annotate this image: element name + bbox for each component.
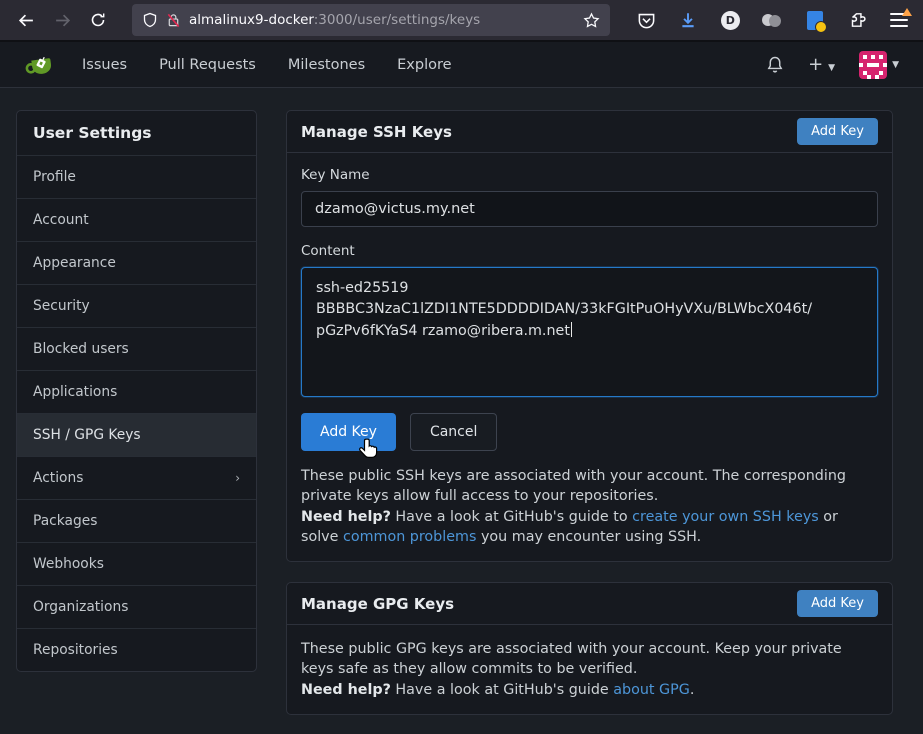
content-label: Content: [301, 243, 878, 259]
gpg-panel-header: Manage GPG Keys Add Key: [287, 583, 892, 625]
sidebar-item-appearance[interactable]: Appearance: [17, 241, 256, 284]
sidebar-item-repositories[interactable]: Repositories: [17, 628, 256, 671]
tracking-shield-icon[interactable]: [142, 12, 158, 28]
settings-main: Manage SSH Keys Add Key Key Name Content…: [286, 110, 893, 734]
sidebar-item-security[interactable]: Security: [17, 284, 256, 327]
key-content-line2: pGzPv6fKYaS4 rzamo@ribera.m.net: [316, 323, 570, 339]
create-ssh-keys-link[interactable]: create your own SSH keys: [632, 509, 819, 525]
gitea-logo-icon[interactable]: [24, 49, 56, 81]
bookmark-star-icon[interactable]: [583, 12, 600, 29]
nav-issues[interactable]: Issues: [82, 57, 127, 73]
ssh-panel-header: Manage SSH Keys Add Key: [287, 111, 892, 153]
create-caret-icon: ▼: [828, 63, 835, 73]
extension-area: D: [632, 6, 913, 34]
url-bar[interactable]: almalinux9-docker:3000/user/settings/key…: [132, 4, 610, 36]
gpg-help-need-help: Need help?: [301, 682, 391, 698]
sidebar-item-webhooks[interactable]: Webhooks: [17, 542, 256, 585]
reload-button[interactable]: [82, 5, 114, 35]
back-arrow-icon: [18, 12, 35, 29]
ssh-panel-body: Key Name Content ssh-ed25519 BBBBC3NzaC1…: [287, 153, 892, 561]
settings-sidebar: User Settings Profile Account Appearance…: [16, 110, 257, 672]
user-menu[interactable]: ▼: [859, 51, 899, 79]
gpg-keys-panel: Manage GPG Keys Add Key These public GPG…: [286, 582, 893, 715]
content-field: Content ssh-ed25519 BBBBC3NzaC1lZDI1NTE5…: [301, 243, 878, 397]
user-menu-caret-icon: ▼: [892, 60, 899, 70]
forward-button[interactable]: [46, 5, 78, 35]
sidebar-item-packages[interactable]: Packages: [17, 499, 256, 542]
nav-explore[interactable]: Explore: [397, 57, 451, 73]
gitea-navbar: Issues Pull Requests Milestones Explore …: [0, 42, 923, 88]
ssh-help-text: These public SSH keys are associated wit…: [301, 466, 878, 547]
pocket-icon[interactable]: [632, 6, 660, 34]
nav-links: Issues Pull Requests Milestones Explore: [82, 57, 452, 73]
key-content-textarea[interactable]: ssh-ed25519 BBBBC3NzaC1lZDI1NTE5DDDDIDAN…: [301, 267, 878, 397]
text-caret: [571, 322, 572, 337]
page-content: User Settings Profile Account Appearance…: [0, 88, 923, 734]
about-gpg-link[interactable]: about GPG: [613, 682, 690, 698]
cancel-button[interactable]: Cancel: [410, 413, 497, 451]
common-problems-link[interactable]: common problems: [343, 529, 476, 545]
extension-circles-icon[interactable]: [758, 6, 786, 34]
ssh-panel-title: Manage SSH Keys: [301, 123, 452, 141]
gpg-help-text: These public GPG keys are associated wit…: [301, 639, 878, 700]
nav-milestones[interactable]: Milestones: [288, 57, 365, 73]
gpg-header-add-key-button[interactable]: Add Key: [797, 590, 878, 617]
downloads-icon[interactable]: [674, 6, 702, 34]
sidebar-item-account[interactable]: Account: [17, 198, 256, 241]
reload-icon: [90, 12, 106, 28]
key-name-field: Key Name: [301, 167, 878, 227]
key-content-line1: ssh-ed25519 BBBBC3NzaC1lZDI1NTE5DDDDIDAN…: [316, 278, 863, 321]
navbar-right: +▼ ▼: [766, 51, 899, 79]
key-name-input[interactable]: [301, 191, 878, 227]
browser-toolbar: almalinux9-docker:3000/user/settings/key…: [0, 0, 923, 42]
sidebar-title: User Settings: [17, 111, 256, 155]
url-path: :3000/user/settings/keys: [314, 12, 481, 28]
url-host: almalinux9-docker: [189, 12, 314, 28]
extension-document-icon[interactable]: [801, 6, 829, 34]
ssh-help-need-help: Need help?: [301, 509, 391, 525]
gpg-panel-title: Manage GPG Keys: [301, 595, 454, 613]
ssh-header-add-key-button[interactable]: Add Key: [797, 118, 878, 145]
chevron-right-icon: ›: [235, 471, 240, 485]
url-text: almalinux9-docker:3000/user/settings/key…: [189, 12, 575, 28]
nav-pull-requests[interactable]: Pull Requests: [159, 57, 256, 73]
ssh-keys-panel: Manage SSH Keys Add Key Key Name Content…: [286, 110, 893, 562]
sidebar-item-actions[interactable]: Actions›: [17, 456, 256, 499]
insecure-lock-icon[interactable]: [166, 12, 181, 28]
key-name-label: Key Name: [301, 167, 878, 183]
sidebar-item-applications[interactable]: Applications: [17, 370, 256, 413]
create-new-button[interactable]: +▼: [808, 54, 835, 75]
sidebar-item-organizations[interactable]: Organizations: [17, 585, 256, 628]
gpg-panel-body: These public GPG keys are associated wit…: [287, 625, 892, 714]
back-button[interactable]: [10, 5, 42, 35]
sidebar-item-blocked-users[interactable]: Blocked users: [17, 327, 256, 370]
sidebar-item-profile[interactable]: Profile: [17, 155, 256, 198]
forward-arrow-icon: [54, 12, 71, 29]
avatar: [859, 51, 887, 79]
extensions-puzzle-icon[interactable]: [843, 6, 871, 34]
menu-icon[interactable]: [885, 6, 913, 34]
notifications-bell-icon[interactable]: [766, 55, 784, 74]
form-buttons: Add Key Cancel: [301, 413, 878, 451]
add-key-submit-button[interactable]: Add Key: [301, 413, 396, 451]
sidebar-item-ssh-gpg-keys[interactable]: SSH / GPG Keys: [17, 413, 256, 456]
extension-d-icon[interactable]: D: [716, 6, 744, 34]
